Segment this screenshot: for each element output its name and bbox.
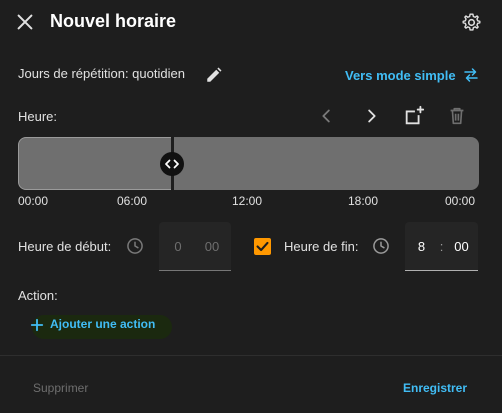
schedule-dialog: Nouvel horaire Jours de répétition: quot… [0,0,502,413]
action-label: Action: [18,288,58,303]
check-icon [256,241,269,252]
hour-label: Heure: [18,109,58,124]
gear-icon[interactable] [461,12,482,33]
simple-mode-button[interactable]: Vers mode simple [345,66,480,84]
end-time-checkbox[interactable] [254,238,271,255]
simple-mode-label: Vers mode simple [345,67,456,83]
repeat-days-label: Jours de répétition: quotidien [18,66,185,81]
resize-handle[interactable] [160,152,184,176]
schedule-timeline[interactable] [18,137,479,190]
add-slot-icon[interactable] [403,105,425,127]
schedule-segment[interactable] [18,137,172,190]
timeline-tick: 06:00 [117,194,148,208]
end-time-field[interactable]: 8 : 00 [405,222,478,271]
timeline-tick: 12:00 [232,194,263,208]
timeline-tick: 18:00 [348,194,379,208]
start-minutes-input[interactable]: 00 [195,239,229,254]
start-hours-input[interactable]: 0 [161,239,195,254]
start-time-label: Heure de début: [18,239,112,254]
delete-button[interactable]: Supprimer [33,381,88,395]
start-time-field[interactable]: 0 00 [159,222,231,271]
add-action-label: Ajouter une action [50,317,156,331]
resize-arrows-icon [165,159,179,169]
chevron-left-icon[interactable] [316,105,338,127]
chevron-right-icon[interactable] [360,105,382,127]
end-time-label: Heure de fin: [284,239,359,254]
add-action-button[interactable]: Ajouter une action [24,311,172,341]
clock-icon [127,238,143,254]
plus-icon [30,318,44,332]
timeline-tick: 00:00 [18,194,49,208]
dialog-title: Nouvel horaire [50,11,177,31]
time-separator: : [439,238,444,254]
trash-icon[interactable] [446,105,468,127]
pencil-icon[interactable] [205,66,223,84]
clock-icon [373,238,389,254]
save-button[interactable]: Enregistrer [403,381,467,395]
swap-icon [463,68,478,82]
end-hours-input[interactable]: 8 [408,239,436,254]
close-icon[interactable] [14,11,36,33]
footer-divider [0,355,502,356]
dialog-header: Nouvel horaire [0,0,502,46]
end-minutes-input[interactable]: 00 [448,239,476,254]
timeline-tick: 00:00 [445,194,476,208]
